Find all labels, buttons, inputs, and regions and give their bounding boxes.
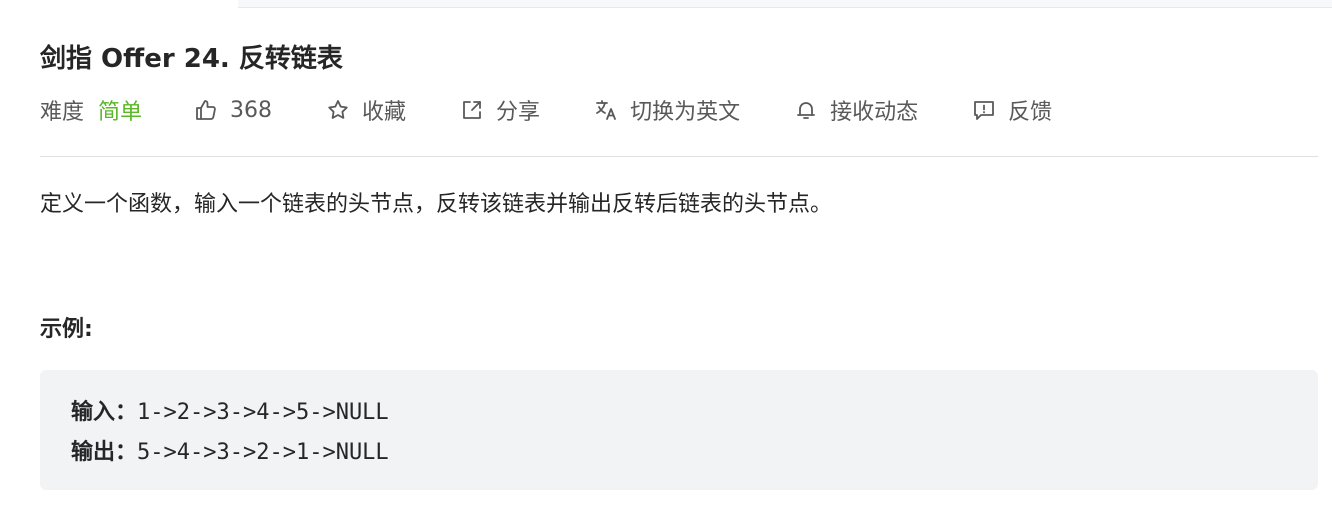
- share-icon: [463, 101, 481, 119]
- favorite-button[interactable]: 收藏: [326, 94, 406, 126]
- example-output-label: 输出：: [71, 440, 138, 465]
- star-icon: [328, 100, 348, 119]
- difficulty: 难度 简单: [40, 94, 142, 126]
- favorite-label: 收藏: [362, 100, 407, 125]
- example-input-label: 输入：: [71, 400, 138, 425]
- example-code-block: 输入：1->2->3->4->5->NULL 输出：5->4->3->2->1-…: [40, 370, 1318, 490]
- difficulty-value: 简单: [98, 100, 143, 125]
- divider: [40, 156, 1318, 157]
- like-button[interactable]: 368: [194, 98, 272, 123]
- share-button[interactable]: 分享: [460, 94, 540, 126]
- translate-label: 切换为英文: [630, 100, 741, 125]
- like-count: 368: [230, 97, 273, 123]
- problem-meta-bar: 难度 简单 368 收藏 分享 切换为英文 接收动态 反馈: [40, 92, 1318, 128]
- notify-button[interactable]: 接收动态: [794, 94, 918, 126]
- top-strip: [238, 0, 1332, 8]
- example-input-value: 1->2->3->4->5->NULL: [137, 400, 389, 425]
- translate-button[interactable]: 切换为英文: [594, 94, 740, 126]
- notify-label: 接收动态: [830, 100, 919, 125]
- difficulty-label: 难度: [40, 100, 85, 125]
- thumbs-up-icon: [196, 100, 216, 120]
- example-output-line: 输出：5->4->3->2->1->NULL: [71, 434, 389, 466]
- feedback-button[interactable]: 反馈: [972, 94, 1052, 126]
- share-label: 分享: [496, 100, 541, 125]
- bell-icon: [797, 102, 815, 119]
- translate-icon: [596, 100, 616, 120]
- feedback-label: 反馈: [1008, 100, 1053, 125]
- example-heading: 示例:: [40, 317, 93, 342]
- problem-description: 定义一个函数，输入一个链表的头节点，反转该链表并输出反转后链表的头节点。: [40, 192, 833, 217]
- example-input-line: 输入：1->2->3->4->5->NULL: [71, 394, 389, 426]
- feedback-icon: [974, 101, 994, 120]
- example-output-value: 5->4->3->2->1->NULL: [137, 440, 389, 465]
- problem-title: 剑指 Offer 24. 反转链表: [40, 44, 343, 74]
